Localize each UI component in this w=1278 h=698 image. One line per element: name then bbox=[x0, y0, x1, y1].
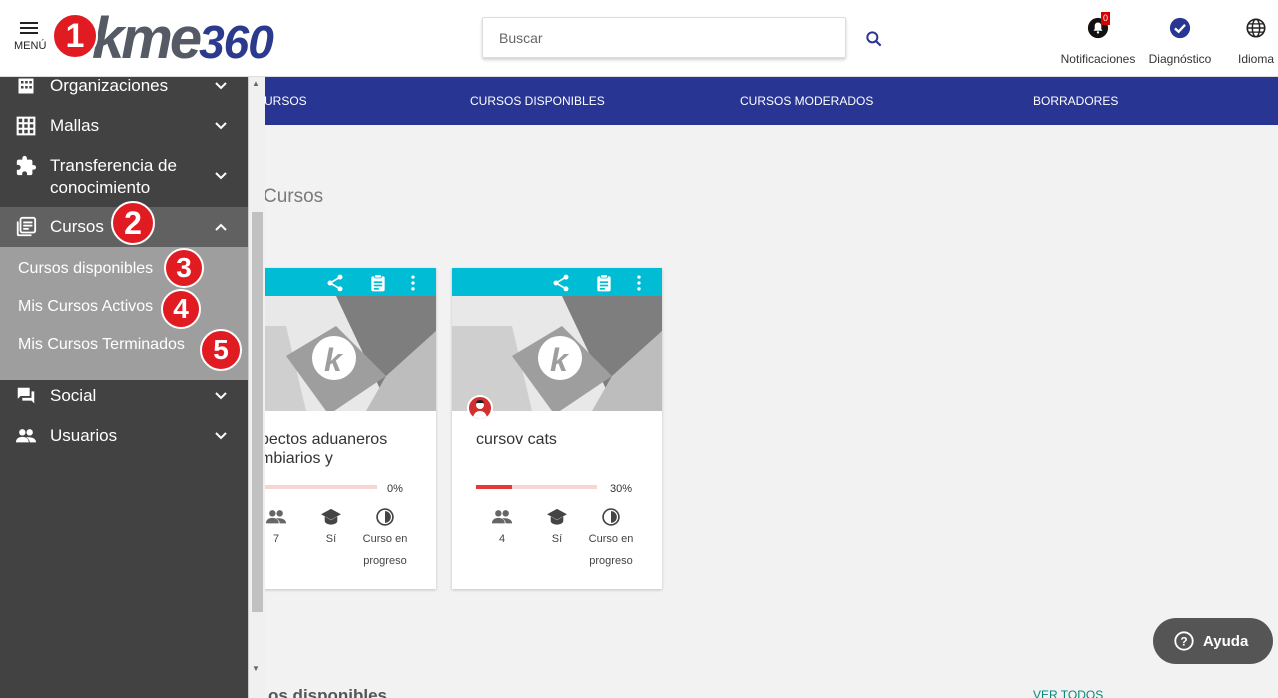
school-icon bbox=[301, 506, 361, 528]
globe-icon bbox=[1246, 18, 1266, 38]
annotation-badge-4: 4 bbox=[161, 289, 201, 329]
course-progress-bar bbox=[256, 485, 377, 489]
tab-mis-cursos[interactable]: URSOS bbox=[264, 94, 307, 108]
notifications-label: Notificaciones bbox=[1060, 52, 1136, 66]
course-image: k bbox=[452, 296, 662, 411]
progress-clock-icon bbox=[355, 506, 415, 528]
certificate-value: Sí bbox=[551, 533, 563, 545]
clipboard-icon[interactable] bbox=[594, 273, 614, 293]
course-progress-bar bbox=[476, 485, 597, 489]
notifications-button[interactable]: 0 Notificaciones bbox=[1058, 12, 1138, 66]
check-circle-icon bbox=[1169, 17, 1191, 39]
sidebar-item-label: Mallas bbox=[50, 116, 100, 135]
chevron-down-icon bbox=[215, 82, 227, 90]
students-count: 7 bbox=[272, 533, 280, 545]
card-toolbar bbox=[452, 268, 662, 296]
building-icon bbox=[15, 77, 37, 97]
forum-icon bbox=[15, 385, 37, 407]
grid-icon bbox=[15, 115, 37, 137]
annotation-badge-2: 2 bbox=[111, 201, 155, 245]
sidebar-item-transferencia[interactable]: Transferencia de conocimiento bbox=[0, 155, 248, 199]
share-icon[interactable] bbox=[324, 273, 346, 293]
library-icon bbox=[15, 216, 37, 238]
diagnostic-button[interactable]: Diagnóstico bbox=[1146, 16, 1214, 66]
sidebar-menu: Organizaciones Mallas Transferencia de c… bbox=[0, 77, 248, 698]
status-stat: Curso en progreso bbox=[581, 506, 641, 572]
svg-text:k: k bbox=[324, 342, 344, 378]
submenu-mis-cursos-activos[interactable]: Mis Cursos Activos bbox=[18, 298, 153, 316]
help-icon: ? bbox=[1174, 631, 1194, 651]
language-button[interactable]: Idioma bbox=[1234, 16, 1278, 66]
progress-clock-icon bbox=[581, 506, 641, 528]
status-value: Curso en progreso bbox=[362, 533, 408, 567]
diagnostic-label: Diagnóstico bbox=[1148, 52, 1212, 66]
annotation-badge-3: 3 bbox=[164, 248, 204, 288]
ver-todos-link[interactable]: VER TODOS bbox=[1033, 688, 1103, 698]
course-progress-label: 0% bbox=[387, 483, 403, 495]
help-button[interactable]: ? Ayuda bbox=[1153, 618, 1273, 664]
annotation-badge-1: 1 bbox=[52, 13, 98, 59]
scroll-down-arrow[interactable]: ▼ bbox=[252, 664, 260, 673]
certificate-stat: Sí bbox=[527, 506, 587, 550]
tab-cursos-disponibles[interactable]: CURSOS DISPONIBLES bbox=[470, 94, 605, 108]
section-title: Cursos bbox=[263, 186, 324, 207]
sidebar-item-organizaciones[interactable]: Organizaciones bbox=[0, 77, 248, 97]
tab-borradores[interactable]: BORRADORES bbox=[1033, 94, 1118, 108]
chevron-down-icon bbox=[215, 122, 227, 130]
search-input[interactable] bbox=[482, 17, 846, 58]
chevron-up-icon bbox=[215, 223, 227, 231]
chevron-down-icon bbox=[215, 172, 227, 180]
hamburger-icon bbox=[20, 22, 38, 34]
top-header: MENÚ kme360 0 Notificaciones Diagnóstico… bbox=[0, 0, 1278, 77]
help-label: Ayuda bbox=[1203, 632, 1249, 650]
more-vert-icon[interactable] bbox=[406, 273, 420, 293]
sidebar-scrollbar[interactable]: ▲ ▼ bbox=[248, 77, 265, 698]
chevron-down-icon bbox=[215, 392, 227, 400]
kme360-logo[interactable]: kme360 bbox=[92, 4, 274, 77]
status-stat: Curso en progreso bbox=[355, 506, 415, 572]
sidebar-item-mallas[interactable]: Mallas bbox=[0, 112, 248, 140]
sidebar-item-label: Transferencia de conocimiento bbox=[50, 156, 177, 197]
share-icon[interactable] bbox=[550, 273, 572, 293]
certificate-stat: Sí bbox=[301, 506, 361, 550]
scrollbar-thumb[interactable] bbox=[252, 212, 263, 612]
bottom-section-title: os disponibles bbox=[268, 686, 388, 698]
language-label: Idioma bbox=[1237, 52, 1275, 66]
scroll-up-arrow[interactable]: ▲ bbox=[252, 79, 260, 88]
svg-text:?: ? bbox=[1180, 635, 1187, 649]
tab-cursos-moderados[interactable]: CURSOS MODERADOS bbox=[740, 94, 873, 108]
author-avatar[interactable] bbox=[467, 395, 493, 421]
notification-count-badge: 0 bbox=[1101, 12, 1111, 25]
svg-text:k: k bbox=[550, 342, 570, 378]
puzzle-icon bbox=[15, 155, 37, 177]
chevron-down-icon bbox=[215, 432, 227, 440]
school-icon bbox=[527, 506, 587, 528]
status-value: Curso en progreso bbox=[588, 533, 634, 567]
students-count: 4 bbox=[498, 533, 506, 545]
students-stat: 4 bbox=[472, 506, 532, 550]
course-progress-label: 30% bbox=[610, 483, 633, 495]
sidebar-item-label: Social bbox=[50, 386, 97, 405]
logo-text: kme bbox=[92, 6, 202, 71]
sidebar-item-label: Cursos bbox=[50, 217, 104, 236]
people-icon bbox=[472, 506, 532, 528]
people-icon bbox=[15, 425, 37, 447]
menu-label: MENÚ bbox=[14, 40, 47, 52]
submenu-cursos-disponibles[interactable]: Cursos disponibles bbox=[18, 260, 153, 278]
sidebar-item-social[interactable]: Social bbox=[0, 382, 248, 410]
more-vert-icon[interactable] bbox=[632, 273, 646, 293]
certificate-value: Sí bbox=[325, 533, 337, 545]
clipboard-icon[interactable] bbox=[368, 273, 388, 293]
logo-number: 360 bbox=[199, 16, 274, 68]
sidebar-item-label: Usuarios bbox=[50, 426, 118, 445]
course-title[interactable]: pectos aduaneros mbiarios y bbox=[260, 430, 436, 468]
submenu-mis-cursos-terminados[interactable]: Mis Cursos Terminados bbox=[18, 336, 185, 354]
sidebar-item-usuarios[interactable]: Usuarios bbox=[0, 422, 248, 450]
course-title[interactable]: cursov cats bbox=[476, 430, 656, 449]
sidebar-item-label: Organizaciones bbox=[50, 77, 169, 95]
course-card[interactable]: k cursov cats 30% 4 Sí Curso en progreso bbox=[452, 268, 662, 589]
search-icon[interactable] bbox=[864, 29, 884, 54]
annotation-badge-5: 5 bbox=[200, 329, 242, 371]
